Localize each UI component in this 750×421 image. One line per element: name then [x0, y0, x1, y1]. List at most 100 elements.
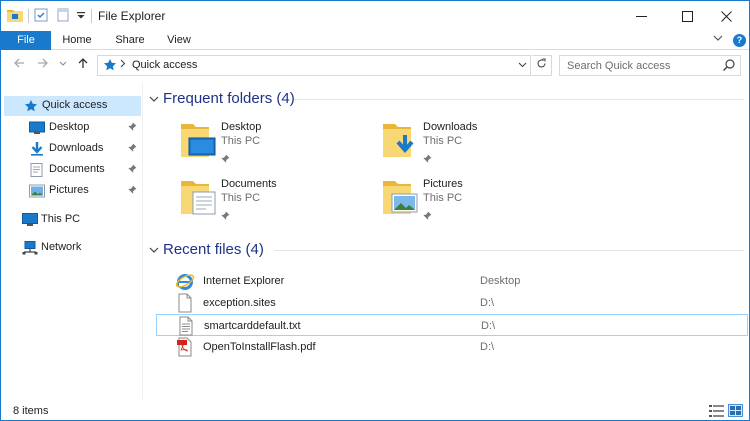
folder-tile-downloads[interactable]: Downloads This PC: [381, 121, 571, 171]
folder-location: This PC: [221, 135, 261, 147]
search-input[interactable]: [560, 56, 720, 75]
sidebar-item-downloads[interactable]: Downloads: [1, 139, 141, 159]
folder-name: Desktop: [221, 121, 262, 133]
folder-location: This PC: [423, 135, 463, 147]
folder-tile-documents[interactable]: Documents This PC: [179, 178, 369, 228]
recent-file-row[interactable]: exception.sites D:\: [156, 292, 748, 314]
computer-icon: [22, 213, 38, 230]
expand-ribbon-icon[interactable]: [713, 33, 723, 46]
status-bar: 8 items: [1, 400, 749, 420]
file-location: Desktop: [480, 275, 521, 287]
pin-icon[interactable]: [423, 152, 432, 166]
file-location: D:\: [480, 297, 495, 309]
recent-locations-icon[interactable]: [59, 60, 67, 69]
star-icon: [103, 58, 117, 75]
tab-share[interactable]: Share: [109, 31, 151, 50]
new-folder-icon[interactable]: [56, 8, 70, 25]
folder-name: Documents: [221, 178, 277, 190]
sidebar-item-label: Network: [41, 241, 82, 253]
file-explorer-window: File Explorer File Home Share View ? Qui…: [0, 0, 750, 421]
recent-file-row[interactable]: Internet Explorer Desktop: [156, 270, 748, 292]
pin-icon[interactable]: [221, 152, 230, 166]
network-icon: [22, 241, 38, 258]
sidebar-item-label: Pictures: [49, 184, 89, 196]
folder-location: This PC: [423, 192, 463, 204]
file-name: Internet Explorer: [203, 275, 285, 287]
desktop-folder-icon: [179, 121, 219, 164]
documents-folder-icon: [179, 178, 219, 221]
pin-icon[interactable]: [128, 143, 137, 155]
minimize-button[interactable]: [619, 1, 664, 31]
ribbon-tabs: File Home Share View ?: [1, 31, 749, 50]
group-divider: [294, 99, 744, 100]
group-title: Frequent folders (4): [163, 90, 295, 107]
collapse-chevron-icon[interactable]: [149, 93, 159, 107]
downloads-folder-icon: [381, 121, 421, 164]
search-box[interactable]: [559, 55, 741, 76]
internet-explorer-icon: [175, 271, 195, 294]
close-button[interactable]: [704, 1, 749, 31]
pdf-file-icon: [175, 337, 195, 360]
breadcrumb-chevron-icon[interactable]: [120, 59, 126, 71]
tab-home[interactable]: Home: [55, 31, 99, 50]
properties-icon[interactable]: [34, 8, 48, 25]
title-bar: File Explorer: [1, 1, 749, 31]
folder-name: Downloads: [423, 121, 478, 133]
folder-tile-desktop[interactable]: Desktop This PC: [179, 121, 369, 171]
back-arrow-icon[interactable]: [13, 57, 25, 73]
navigation-bar: Quick access: [1, 51, 749, 81]
sidebar-item-documents[interactable]: Documents: [1, 160, 141, 180]
collapse-chevron-icon[interactable]: [149, 244, 159, 258]
up-arrow-icon[interactable]: [77, 57, 89, 73]
details-view-icon[interactable]: [709, 405, 724, 420]
sidebar-item-this-pc[interactable]: This PC: [1, 210, 141, 230]
file-name: OpenToInstallFlash.pdf: [203, 341, 316, 353]
window-title: File Explorer: [98, 9, 166, 23]
file-location: D:\: [480, 341, 495, 353]
recent-files-header[interactable]: Recent files (4): [144, 240, 749, 260]
breadcrumb-quick-access[interactable]: Quick access: [132, 59, 197, 71]
sidebar-item-pictures[interactable]: Pictures: [1, 181, 141, 201]
pictures-icon: [29, 184, 45, 201]
folder-location: This PC: [221, 192, 261, 204]
file-location: D:\: [481, 320, 496, 332]
sidebar-item-desktop[interactable]: Desktop: [1, 118, 141, 138]
tab-view[interactable]: View: [159, 31, 199, 50]
folder-name: Pictures: [423, 178, 463, 190]
downloads-icon: [29, 142, 45, 159]
tiles-view-icon[interactable]: [728, 404, 743, 417]
pin-icon[interactable]: [423, 209, 432, 223]
blank-file-icon: [175, 293, 195, 316]
item-count: 8 items: [13, 405, 49, 417]
pictures-folder-icon: [381, 178, 421, 221]
pin-icon[interactable]: [221, 209, 230, 223]
star-icon: [24, 99, 38, 116]
customize-toolbar-icon[interactable]: [76, 9, 86, 23]
desktop-icon: [29, 121, 45, 138]
content-pane: Frequent folders (4) Desktop This PC Dow…: [144, 83, 749, 399]
tab-file[interactable]: File: [1, 31, 51, 50]
refresh-icon: [537, 58, 546, 68]
quick-access-toolbar: [7, 7, 97, 25]
recent-file-row[interactable]: OpenToInstallFlash.pdf D:\: [156, 336, 748, 358]
folder-tile-pictures[interactable]: Pictures This PC: [381, 178, 571, 228]
pin-icon[interactable]: [128, 164, 137, 176]
refresh-button[interactable]: [532, 55, 552, 76]
group-title: Recent files (4): [163, 241, 264, 258]
navigation-pane: Quick access Desktop Downloads Documents…: [1, 83, 143, 399]
help-icon[interactable]: ?: [733, 34, 746, 47]
recent-file-row[interactable]: smartcarddefault.txt D:\: [156, 314, 748, 336]
sidebar-item-label: This PC: [41, 213, 81, 225]
sidebar-item-label: Desktop: [49, 121, 90, 133]
search-icon[interactable]: [722, 58, 736, 75]
address-bar[interactable]: Quick access: [97, 55, 531, 76]
address-dropdown-icon[interactable]: [518, 60, 527, 70]
sidebar-item-label: Downloads: [49, 142, 104, 154]
pin-icon[interactable]: [128, 122, 137, 134]
frequent-folders-header[interactable]: Frequent folders (4): [144, 89, 749, 109]
sidebar-item-network[interactable]: Network: [1, 238, 141, 258]
pin-icon[interactable]: [128, 185, 137, 197]
sidebar-item-label: Quick access: [42, 99, 108, 111]
forward-arrow-icon[interactable]: [37, 57, 49, 73]
sidebar-item-quick-access[interactable]: Quick access: [4, 96, 141, 116]
